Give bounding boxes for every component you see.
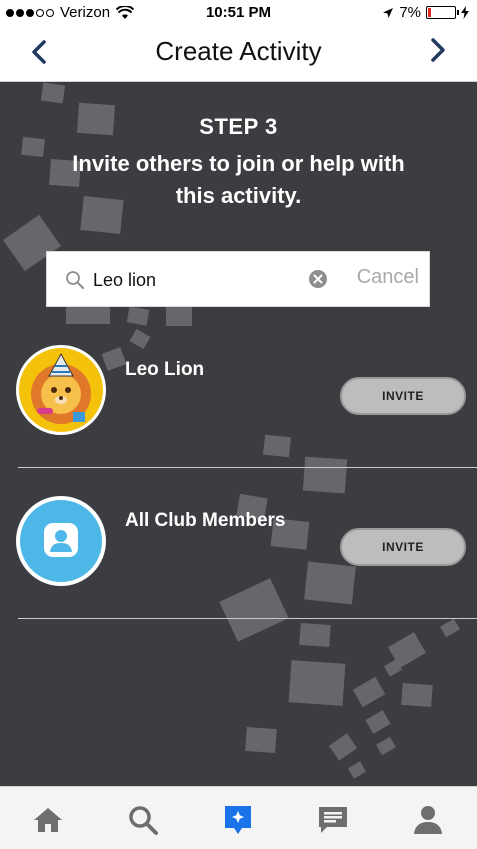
home-icon[interactable]: [31, 803, 65, 837]
nav-bar: Create Activity: [0, 26, 477, 82]
avatar: [16, 345, 106, 435]
activity-icon[interactable]: [221, 803, 255, 837]
battery-icon: [426, 6, 459, 19]
step-description: Invite others to join or help with this …: [72, 151, 405, 208]
avatar: [16, 496, 106, 586]
invite-button[interactable]: INVITE: [340, 528, 466, 566]
main-content: STEP 3 Invite others to join or help wit…: [0, 82, 477, 786]
result-row-leo-lion: Leo Lion INVITE: [0, 319, 477, 469]
result-name: All Club Members: [125, 510, 286, 531]
step-heading: STEP 3: [199, 114, 278, 139]
clear-search-icon[interactable]: [308, 269, 328, 289]
profile-icon[interactable]: [411, 803, 445, 837]
person-placeholder-icon: [44, 523, 78, 557]
result-name: Leo Lion: [125, 359, 205, 380]
result-row-all-club-members: All Club Members INVITE: [0, 470, 477, 620]
forward-chevron-icon[interactable]: [421, 32, 451, 68]
search-icon: [66, 271, 84, 289]
search-input[interactable]: [93, 262, 293, 298]
status-bar: Verizon 10:51 PM 7%: [0, 0, 477, 26]
lion-mascot-icon: [31, 352, 91, 424]
page-title: Create Activity: [155, 36, 322, 66]
divider: [18, 618, 477, 619]
messages-icon[interactable]: [316, 803, 350, 837]
search-icon[interactable]: [126, 803, 160, 837]
charging-icon: [461, 6, 469, 19]
status-right: 7%: [382, 4, 469, 21]
tab-bar: [0, 786, 477, 849]
battery-percent: 7%: [399, 4, 421, 21]
invite-button[interactable]: INVITE: [340, 377, 466, 415]
search-box: Cancel: [46, 251, 430, 307]
location-arrow-icon: [383, 7, 394, 18]
divider: [18, 467, 477, 468]
cancel-button[interactable]: Cancel: [357, 266, 419, 289]
